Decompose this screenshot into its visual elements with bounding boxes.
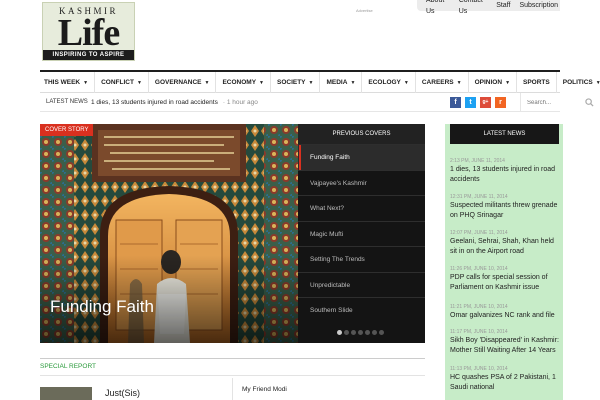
contact-us-link[interactable]: Contact Us [459, 0, 487, 17]
nav-economy[interactable]: ECONOMY ▼ [216, 72, 271, 93]
chevron-down-icon: ▼ [136, 79, 142, 86]
chevron-down-icon: ▼ [456, 79, 462, 86]
divider [40, 358, 425, 359]
previous-covers-heading: PREVIOUS COVERS [298, 124, 425, 144]
chevron-down-icon: ▼ [595, 79, 600, 86]
special-report-side-title[interactable]: My Friend Modi [242, 386, 287, 393]
news-headline[interactable]: Omar galvanizes NC rank and file [450, 311, 562, 321]
news-time: 12:07 PM, JUNE 11, 2014 [450, 230, 508, 236]
hero-title[interactable]: Funding Faith [50, 297, 154, 317]
nav-ecology[interactable]: ECOLOGY ▼ [362, 72, 416, 93]
ticker-headline[interactable]: 1 dies, 13 students injured in road acci… [91, 99, 218, 106]
ticker-time: · 1 hour ago [222, 98, 258, 106]
previous-covers-panel: PREVIOUS COVERS Funding Faith Vajpayee's… [298, 124, 425, 343]
nav-careers[interactable]: CAREERS ▼ [416, 72, 469, 93]
search-box [520, 93, 600, 112]
chevron-down-icon: ▼ [350, 79, 356, 86]
advertise-label: Advertise [356, 8, 373, 13]
ticker-label: LATEST NEWS [46, 99, 88, 105]
news-time: 2:13 PM, JUNE 11, 2014 [450, 158, 505, 164]
slider-dot[interactable] [358, 330, 363, 335]
search-input[interactable] [527, 96, 583, 109]
google-plus-icon[interactable]: g+ [480, 97, 491, 108]
special-report-thumbnail[interactable] [40, 387, 92, 400]
cover-item[interactable]: Southern Slide [298, 297, 425, 323]
chevron-down-icon: ▼ [204, 79, 210, 86]
logo-tagline: INSPIRING TO ASPIRE [43, 50, 134, 60]
news-headline[interactable]: HC quashes PSA of 2 Pakistani, 1 Saudi n… [450, 373, 562, 393]
news-headline[interactable]: Suspected militants threw grenade on PHQ… [450, 201, 562, 221]
twitter-icon[interactable]: t [465, 97, 476, 108]
news-headline[interactable]: 1 dies, 13 students injured in road acci… [450, 165, 562, 185]
slider-dot[interactable] [365, 330, 370, 335]
cover-item[interactable]: Unpredictable [298, 271, 425, 298]
latest-news-heading: LATEST NEWS [450, 124, 559, 144]
cover-item[interactable]: Magic Mufti [298, 220, 425, 247]
chevron-down-icon: ▼ [505, 79, 511, 86]
nav-society[interactable]: SOCIETY ▼ [271, 72, 321, 93]
facebook-icon[interactable]: f [450, 97, 461, 108]
news-headline[interactable]: Sikh Boy 'Disappeared' in Kashmir: Mothe… [450, 336, 562, 356]
nav-conflict[interactable]: CONFLICT ▼ [95, 72, 149, 93]
chevron-down-icon: ▼ [403, 79, 409, 86]
news-headline[interactable]: PDP calls for special session of Parliam… [450, 273, 562, 293]
cover-item[interactable]: Setting The Trends [298, 246, 425, 272]
news-time: 12:31 PM, JUNE 11, 2014 [450, 194, 508, 200]
news-item[interactable]: 11:26 PM, JUNE 10, 2014 PDP calls for sp… [450, 266, 562, 293]
chevron-down-icon: ▼ [259, 79, 264, 86]
nav-governance[interactable]: GOVERNANCE ▼ [149, 72, 217, 93]
news-item[interactable]: 12:31 PM, JUNE 11, 2014 Suspected milita… [450, 194, 562, 221]
nav-media[interactable]: MEDIA ▼ [320, 72, 363, 93]
staff-link[interactable]: Staff [496, 0, 510, 11]
special-report-title[interactable]: Just(Sis) [105, 388, 140, 398]
nav-opinion[interactable]: OPINION ▼ [469, 72, 518, 93]
news-item[interactable]: 2:13 PM, JUNE 11, 2014 1 dies, 13 studen… [450, 158, 562, 185]
chevron-down-icon: ▼ [308, 79, 314, 86]
cover-item[interactable]: Vajpayee's Kashmir [298, 169, 425, 196]
slider-dot[interactable] [372, 330, 377, 335]
rss-icon[interactable]: r [495, 97, 506, 108]
slider-dots [337, 330, 386, 335]
slider-dot[interactable] [344, 330, 349, 335]
nav-this-week[interactable]: THIS WEEK ▼ [40, 72, 96, 93]
divider [232, 378, 233, 400]
top-links-bar: About Us Contact Us Staff Subscription [417, 0, 560, 15]
news-item[interactable]: 11:21 PM, JUNE 10, 2014 Omar galvanizes … [450, 304, 562, 321]
news-time: 11:17 PM, JUNE 10, 2014 [450, 329, 508, 335]
news-time: 11:26 PM, JUNE 10, 2014 [450, 266, 508, 272]
news-time: 11:21 PM, JUNE 10, 2014 [450, 304, 508, 310]
about-us-link[interactable]: About Us [426, 0, 450, 17]
cover-item[interactable]: Funding Faith [298, 144, 425, 170]
logo-life-text: Life [57, 12, 120, 54]
slider-dot[interactable] [379, 330, 384, 335]
subscription-link[interactable]: Subscription [519, 0, 558, 11]
news-time: 11:13 PM, JUNE 10, 2014 [450, 366, 508, 372]
news-item[interactable]: 12:07 PM, JUNE 11, 2014 Geelani, Sehrai,… [450, 230, 562, 257]
search-icon[interactable] [585, 98, 594, 107]
social-links: f t g+ r [450, 97, 510, 108]
nav-politics[interactable]: POLITICS ▼ [557, 72, 600, 93]
nav-sports[interactable]: SPORTS [517, 72, 557, 93]
main-nav: THIS WEEK ▼ CONFLICT ▼ GOVERNANCE ▼ ECONOMY… [40, 70, 600, 93]
cover-story-badge: COVER STORY [40, 124, 94, 136]
chevron-down-icon: ▼ [83, 79, 89, 86]
news-item[interactable]: 11:13 PM, JUNE 10, 2014 HC quashes PSA o… [450, 366, 562, 393]
news-headline[interactable]: Geelani, Sehrai, Shah, Khan held sit in … [450, 237, 562, 257]
slider-dot[interactable] [351, 330, 356, 335]
news-item[interactable]: 11:17 PM, JUNE 10, 2014 Sikh Boy 'Disapp… [450, 329, 562, 356]
cover-item[interactable]: What Next? [298, 195, 425, 221]
site-logo[interactable]: KASHMIR Life INSPIRING TO ASPIRE [42, 2, 135, 61]
special-report-label: SPECIAL REPORT [40, 363, 96, 370]
slider-dot[interactable] [337, 330, 342, 335]
news-ticker: LATEST NEWS 1 dies, 13 students injured … [40, 93, 594, 112]
divider [40, 375, 425, 376]
